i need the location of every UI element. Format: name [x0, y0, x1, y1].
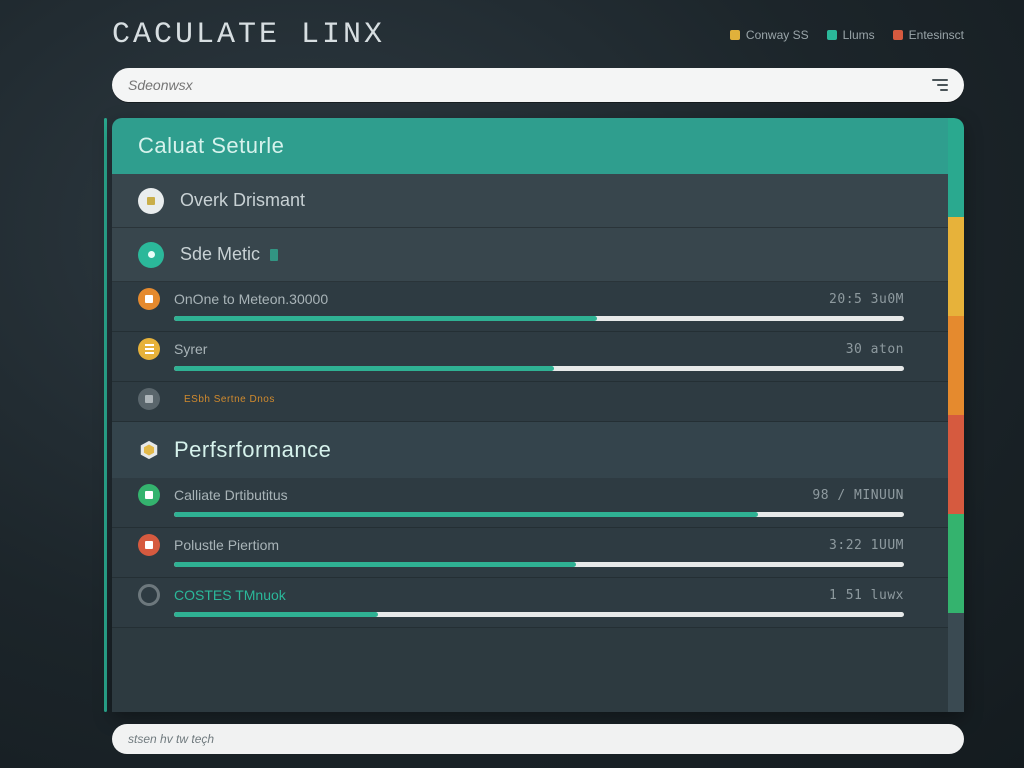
- section-header[interactable]: Perfsrformance: [112, 422, 948, 478]
- status-bar: stsen hv tw teçh: [112, 724, 964, 754]
- legend-label: Entesinsct: [909, 28, 964, 42]
- row-label: Sde Metic: [180, 244, 260, 265]
- progress-track: [174, 512, 904, 517]
- app-title: CACULATE LINX: [112, 18, 385, 52]
- legend-label: Llums: [843, 28, 875, 42]
- metric-value: 1 51 luwx: [829, 588, 904, 603]
- row-icon: [138, 242, 164, 268]
- metric-label: COSTES TMnuok: [174, 587, 286, 603]
- metric-label: Polustle Piertiom: [174, 537, 279, 553]
- edge-tab[interactable]: [948, 118, 964, 217]
- row-icon: [138, 484, 160, 506]
- progress-fill: [174, 512, 758, 517]
- section-title: Caluat Seturle: [138, 133, 284, 159]
- list-row[interactable]: Sde Metic: [112, 228, 948, 282]
- metric-label: Calliate Drtibutitus: [174, 487, 288, 503]
- color-edge-tabs: [948, 118, 964, 712]
- legend-item[interactable]: Llums: [827, 28, 875, 42]
- row-icon: [138, 584, 160, 606]
- progress-fill: [174, 366, 554, 371]
- row-icon: [138, 338, 160, 360]
- metric-row[interactable]: COSTES TMnuok 1 51 luwx: [112, 578, 948, 628]
- metric-row[interactable]: Calliate Drtibutitus 98 / MINUUN: [112, 478, 948, 528]
- accent-rail: [104, 118, 107, 712]
- metric-value: 98 / MINUUN: [812, 488, 904, 503]
- badge-icon: [270, 249, 278, 261]
- legend-swatch-icon: [893, 30, 903, 40]
- search-bar[interactable]: [112, 68, 964, 102]
- progress-fill: [174, 316, 597, 321]
- header-legend: Conway SS Llums Entesinsct: [730, 28, 964, 42]
- progress-fill: [174, 562, 576, 567]
- row-icon: [138, 534, 160, 556]
- panel-body: Caluat Seturle Overk Drismant Sde Metic OnO…: [112, 118, 948, 712]
- edge-tab[interactable]: [948, 613, 964, 712]
- row-icon: [138, 388, 160, 410]
- metric-value: 30 aton: [846, 342, 904, 357]
- row-icon: [138, 188, 164, 214]
- filter-icon[interactable]: [932, 79, 948, 91]
- search-input[interactable]: [128, 77, 932, 93]
- status-text: stsen hv tw teçh: [128, 732, 214, 746]
- progress-fill: [174, 612, 378, 617]
- legend-item[interactable]: Conway SS: [730, 28, 809, 42]
- main-panel: Caluat Seturle Overk Drismant Sde Metic OnO…: [112, 118, 964, 712]
- edge-tab[interactable]: [948, 217, 964, 316]
- metric-row[interactable]: ESbh Sertne Dnos: [112, 382, 948, 422]
- metric-value: 3:22 1UUM: [829, 538, 904, 553]
- legend-swatch-icon: [730, 30, 740, 40]
- progress-track: [174, 316, 904, 321]
- hexagon-icon: [138, 439, 160, 461]
- metric-row[interactable]: Polustle Piertiom 3:22 1UUM: [112, 528, 948, 578]
- row-label: Overk Drismant: [180, 190, 305, 211]
- progress-track: [174, 612, 904, 617]
- legend-swatch-icon: [827, 30, 837, 40]
- metric-label: Syrer: [174, 341, 207, 357]
- metric-label: OnOne to Meteon.30000: [174, 291, 328, 307]
- section-title: Perfsrformance: [174, 437, 331, 463]
- row-icon: [138, 288, 160, 310]
- legend-item[interactable]: Entesinsct: [893, 28, 964, 42]
- metric-row[interactable]: Syrer 30 aton: [112, 332, 948, 382]
- metric-value: 20:5 3u0M: [829, 292, 904, 307]
- list-row[interactable]: Overk Drismant: [112, 174, 948, 228]
- legend-label: Conway SS: [746, 28, 809, 42]
- progress-track: [174, 366, 904, 371]
- section-header[interactable]: Caluat Seturle: [112, 118, 948, 174]
- app-header: CACULATE LINX Conway SS Llums Entesinsct: [112, 18, 964, 52]
- edge-tab[interactable]: [948, 514, 964, 613]
- edge-tab[interactable]: [948, 316, 964, 415]
- progress-track: [174, 562, 904, 567]
- metric-note: ESbh Sertne Dnos: [184, 394, 275, 405]
- metric-row[interactable]: OnOne to Meteon.30000 20:5 3u0M: [112, 282, 948, 332]
- edge-tab[interactable]: [948, 415, 964, 514]
